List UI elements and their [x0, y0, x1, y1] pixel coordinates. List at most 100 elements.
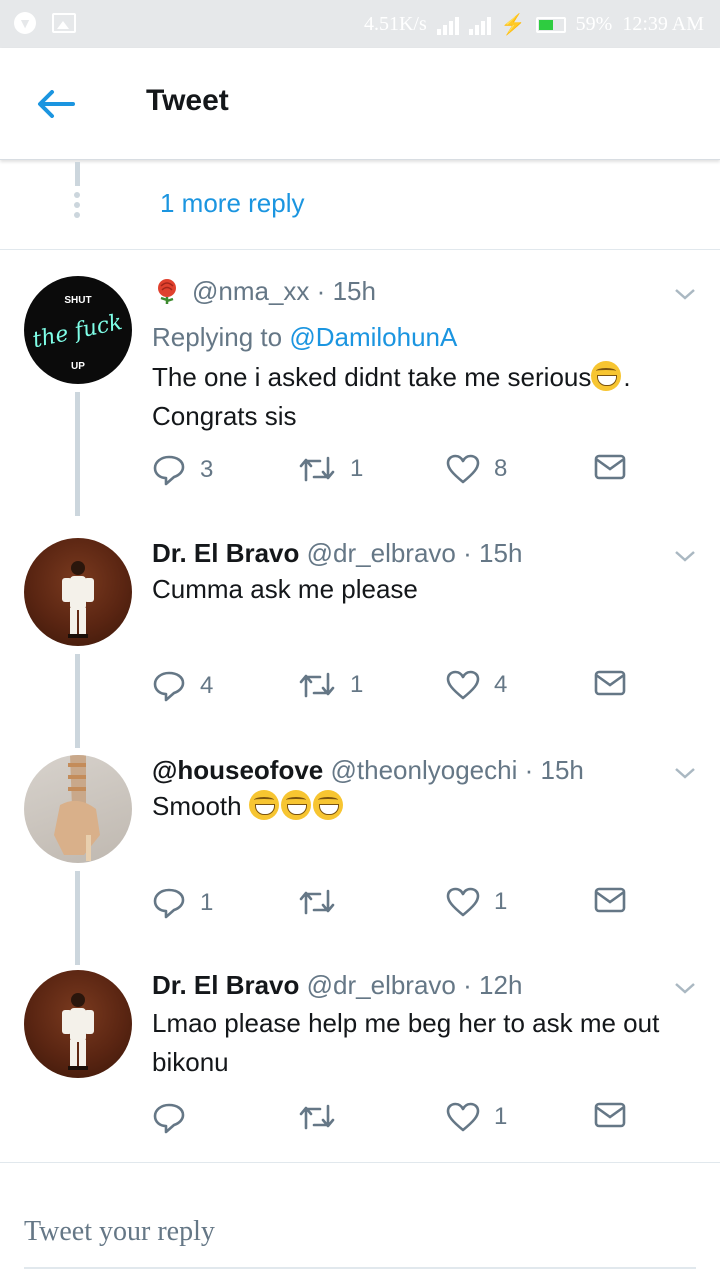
timestamp[interactable]: 15h	[479, 538, 522, 568]
share-button[interactable]	[594, 887, 626, 913]
display-name[interactable]: @houseofove	[152, 755, 323, 785]
battery-percent: 59%	[575, 13, 613, 35]
laughing-emoji	[248, 790, 279, 820]
timestamp[interactable]: 15h	[333, 276, 376, 306]
tweet-text: Lmao please help me beg her to ask me ou…	[152, 1008, 660, 1077]
thread-line	[75, 392, 80, 516]
reply-icon	[153, 671, 185, 702]
battery-icon	[535, 16, 566, 33]
tweet-text: Cumma ask me please	[152, 574, 418, 604]
chevron-down-icon[interactable]	[672, 763, 698, 783]
thread-dots	[74, 192, 80, 218]
signal-4g-icon	[468, 15, 491, 35]
clock: 12:39 AM	[622, 13, 704, 35]
laughing-emoji	[312, 790, 343, 820]
svg-text:UP: UP	[71, 361, 85, 372]
retweet-button[interactable]	[298, 887, 350, 917]
tweet-actions: 4 1 4	[152, 670, 652, 710]
envelope-icon	[594, 454, 626, 480]
retweet-icon	[299, 456, 335, 482]
reply-icon	[153, 888, 185, 919]
like-count: 1	[494, 1103, 508, 1130]
svg-text:the fuck: the fuck	[30, 310, 124, 353]
reply-count: 4	[200, 672, 214, 699]
status-bar: ▼ 4.51K/s ⚡ 59% 12:39 AM	[0, 0, 720, 48]
like-button[interactable]: 8	[446, 454, 507, 484]
tweet-actions: 3 1 8	[152, 454, 652, 494]
heart-icon	[446, 454, 480, 484]
reply-button[interactable]: 3	[152, 454, 213, 486]
share-button[interactable]	[594, 454, 626, 480]
thread-line	[75, 871, 80, 965]
svg-text:SHUT: SHUT	[64, 295, 91, 306]
retweet-button[interactable]: 1	[298, 454, 363, 484]
timestamp[interactable]: 15h	[541, 755, 584, 785]
like-button[interactable]: 1	[446, 887, 507, 917]
retweet-icon	[299, 1104, 335, 1130]
retweet-count: 1	[350, 671, 364, 698]
heart-icon	[446, 887, 480, 917]
like-button[interactable]: 1	[446, 1102, 507, 1132]
network-speed: 4.51K/s	[363, 13, 427, 35]
tweet-header: Dr. El Bravo @dr_elbravo · 15h	[152, 538, 523, 568]
reply-button[interactable]: 4	[152, 670, 213, 702]
rose-emoji	[158, 279, 176, 304]
back-arrow-icon	[38, 90, 75, 118]
signal-icon	[436, 15, 459, 35]
handle[interactable]: @dr_elbravo	[307, 970, 456, 1000]
reply-button[interactable]	[152, 1102, 200, 1134]
chevron-down-icon[interactable]	[672, 546, 698, 566]
back-button[interactable]	[30, 84, 82, 124]
vpn-shield-icon: ▼	[14, 12, 36, 34]
thread-line	[75, 162, 80, 186]
retweet-icon	[299, 889, 335, 915]
chevron-down-icon[interactable]	[672, 978, 698, 998]
top-app-bar: Tweet	[0, 48, 720, 160]
tweet-header: @houseofove @theonlyogechi · 15h	[152, 755, 584, 785]
handle[interactable]: @dr_elbravo	[307, 538, 456, 568]
tweet[interactable]: @houseofove @theonlyogechi · 15h Smooth …	[0, 755, 720, 965]
share-button[interactable]	[594, 1102, 626, 1128]
retweet-button[interactable]: 1	[298, 670, 363, 700]
envelope-icon	[594, 670, 626, 696]
display-name[interactable]: Dr. El Bravo	[152, 538, 299, 568]
avatar[interactable]	[24, 755, 132, 863]
retweet-icon	[299, 672, 335, 698]
reply-count: 3	[200, 456, 214, 483]
tweet[interactable]: Dr. El Bravo @dr_elbravo · 15h Cumma ask…	[0, 538, 720, 748]
tweet[interactable]: Dr. El Bravo @dr_elbravo · 12h Lmao plea…	[0, 970, 720, 1160]
retweet-button[interactable]	[298, 1102, 350, 1132]
chevron-down-icon[interactable]	[672, 284, 698, 304]
more-replies-row[interactable]: 1 more reply	[0, 162, 720, 250]
reply-composer	[0, 1162, 720, 1280]
reply-count: 1	[200, 889, 214, 916]
share-button[interactable]	[594, 670, 626, 696]
heart-icon	[446, 1102, 480, 1132]
handle[interactable]: @nma_xx	[192, 276, 309, 306]
mention-link[interactable]: @DamilohunA	[289, 322, 457, 352]
image-notification-icon	[52, 13, 76, 33]
reply-icon	[153, 455, 185, 486]
retweet-count: 1	[350, 455, 364, 482]
more-replies-link[interactable]: 1 more reply	[160, 188, 305, 219]
replying-to: Replying to @DamilohunA	[152, 322, 458, 352]
tweet-header: @nma_xx · 15h	[152, 276, 376, 307]
display-name[interactable]: Dr. El Bravo	[152, 970, 299, 1000]
avatar[interactable]	[24, 970, 132, 1078]
tweet-header: Dr. El Bravo @dr_elbravo · 12h	[152, 970, 523, 1000]
tweet-actions: 1	[152, 1102, 652, 1142]
reply-icon	[153, 1103, 185, 1134]
envelope-icon	[594, 887, 626, 913]
tweet[interactable]: SHUT the fuck UP @nma_xx · 15h Replying …	[0, 276, 720, 516]
reply-input[interactable]	[24, 1197, 696, 1269]
reply-button[interactable]: 1	[152, 887, 213, 919]
timestamp[interactable]: 12h	[479, 970, 522, 1000]
avatar[interactable]	[24, 538, 132, 646]
tweet-text: The one i asked didnt take me serious. C…	[152, 361, 631, 431]
heart-icon	[446, 670, 480, 700]
avatar[interactable]: SHUT the fuck UP	[24, 276, 132, 384]
laughing-emoji	[280, 790, 311, 820]
like-button[interactable]: 4	[446, 670, 507, 700]
handle[interactable]: @theonlyogechi	[331, 755, 518, 785]
tweet-text: Smooth	[152, 787, 682, 826]
